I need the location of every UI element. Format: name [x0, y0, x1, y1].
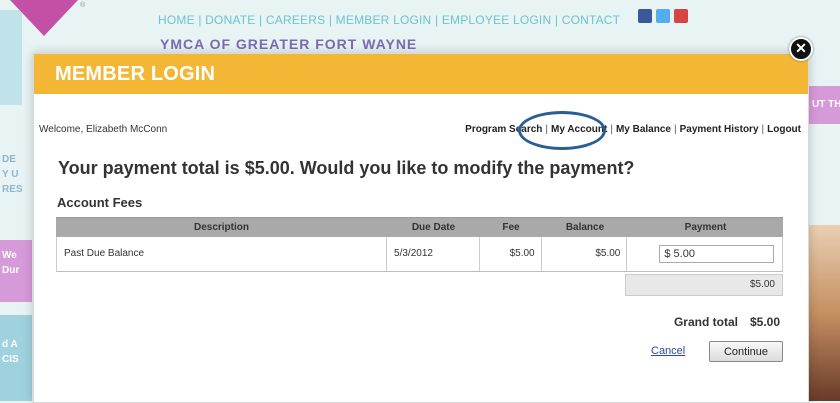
payment-question: Your payment total is $5.00. Would you l… — [58, 158, 635, 178]
right-photo — [808, 225, 840, 401]
fee-description: Past Due Balance — [57, 237, 388, 271]
account-fees-title: Account Fees — [57, 195, 143, 210]
column-header: Fee — [502, 222, 520, 233]
column-header: Balance — [565, 222, 605, 233]
welcome-text: Welcome, Elizabeth McConn — [39, 124, 168, 135]
logout-link[interactable]: Logout — [767, 124, 801, 135]
fee-balance: $5.00 — [542, 237, 628, 271]
close-icon[interactable]: ✕ — [789, 37, 813, 61]
left-fragment: We — [2, 250, 17, 261]
column-header: Description — [193, 222, 249, 233]
left-fragment: Dur — [2, 265, 20, 276]
payment-input[interactable] — [659, 245, 775, 263]
my-account-link[interactable]: My Account — [551, 124, 607, 135]
nav-separator: | — [761, 124, 765, 135]
left-fragment: CIS — [2, 354, 19, 365]
nav-separator: | — [545, 124, 549, 135]
account-nav: Program Search | My Account | My Balance | Pay… — [465, 124, 801, 135]
site-nav[interactable]: HOME | DONATE | CAREERS | MEMBER LOGIN |… — [158, 13, 620, 27]
column-header: Due Date — [411, 222, 456, 233]
nav-separator: | — [610, 124, 613, 135]
payment-history-link[interactable]: Payment History — [680, 124, 759, 135]
payment-subtotal: $5.00 — [625, 274, 783, 296]
fee-due-date: 5/3/2012 — [387, 237, 480, 271]
twitter-icon[interactable] — [656, 9, 670, 23]
fee-amount: $5.00 — [480, 237, 542, 271]
right-fragment: UT TH — [812, 99, 840, 110]
continue-button[interactable]: Continue — [709, 341, 783, 362]
left-fragment: DE — [2, 154, 16, 165]
nav-separator: | — [673, 124, 677, 135]
grand-total-value: $5.00 — [749, 315, 780, 329]
fees-table: Description Due Date Fee Balance Payment… — [56, 217, 783, 272]
program-search-link[interactable]: Program Search — [465, 124, 542, 135]
org-name: YMCA OF GREATER FORT WAYNE — [160, 36, 418, 52]
modal-header: MEMBER LOGIN — [34, 54, 808, 94]
cancel-link[interactable]: Cancel — [651, 345, 685, 357]
table-header: Description Due Date Fee Balance Payment — [56, 217, 783, 237]
table-row: Past Due Balance 5/3/2012 $5.00 $5.00 — [56, 237, 783, 272]
grand-total-label: Grand total — [673, 315, 738, 329]
left-fragment: RES — [2, 184, 23, 195]
my-balance-link[interactable]: My Balance — [616, 124, 671, 135]
left-fragment: d A — [2, 339, 18, 350]
left-fragment: Y U — [2, 169, 19, 180]
ymca-logo — [10, 0, 78, 36]
column-header: Payment — [684, 222, 727, 233]
youtube-icon[interactable] — [674, 9, 688, 23]
facebook-icon[interactable] — [638, 9, 652, 23]
modal-title: MEMBER LOGIN — [55, 63, 216, 85]
payment-cell — [627, 237, 782, 271]
registered-mark: ® — [80, 2, 86, 9]
grand-total: Grand total $5.00 — [674, 315, 780, 329]
member-login-modal: MEMBER LOGIN Welcome, Elizabeth McConn P… — [33, 53, 809, 403]
